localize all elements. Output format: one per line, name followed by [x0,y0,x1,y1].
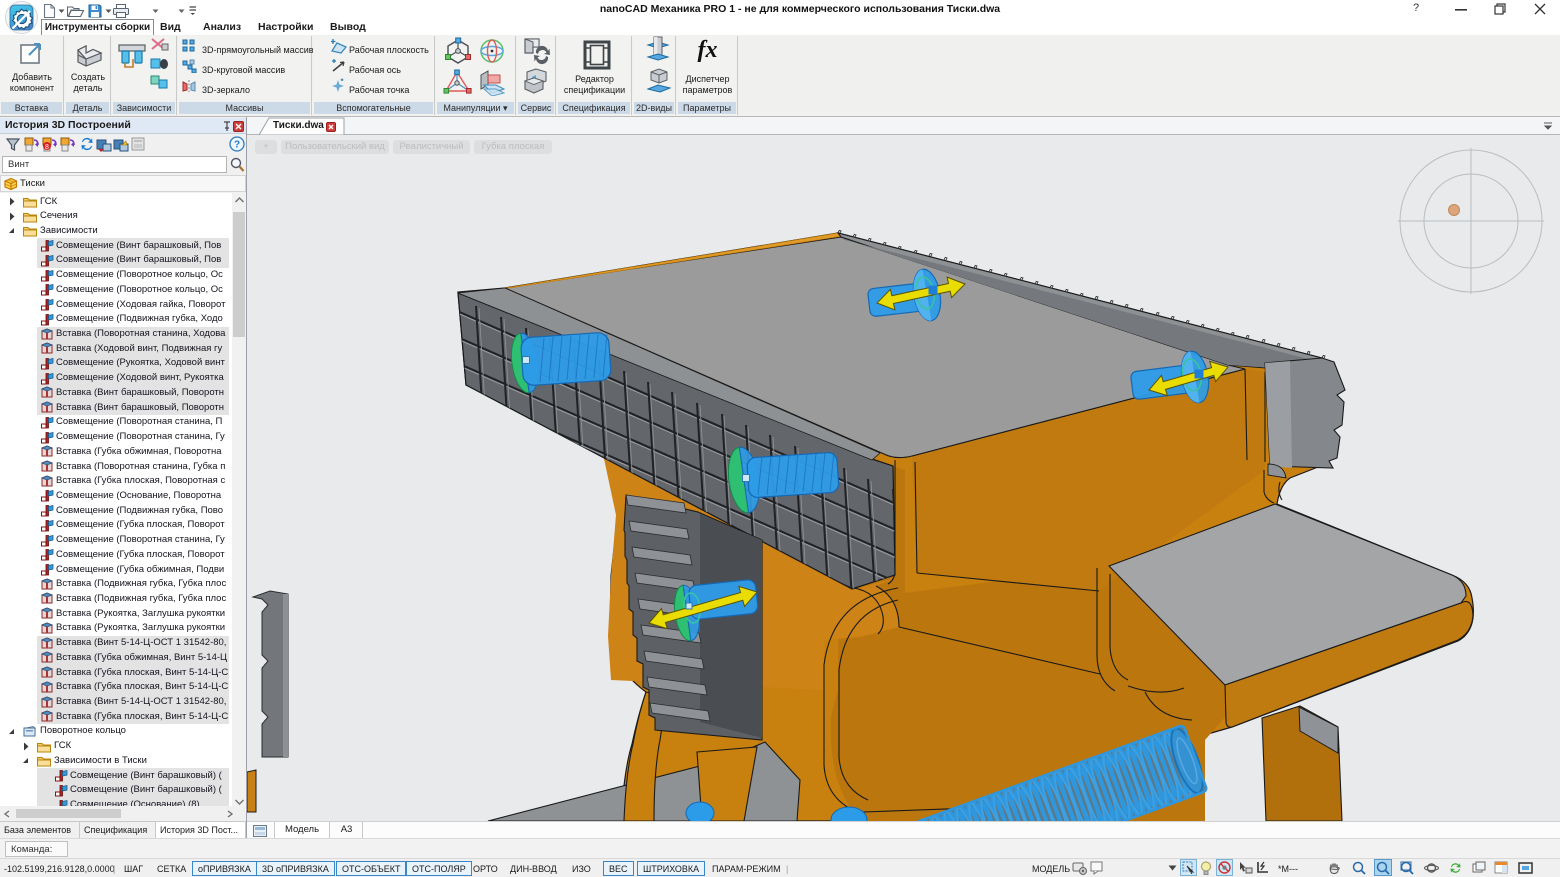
svg-text:8: 8 [45,144,49,151]
svg-text:?: ? [234,140,240,151]
